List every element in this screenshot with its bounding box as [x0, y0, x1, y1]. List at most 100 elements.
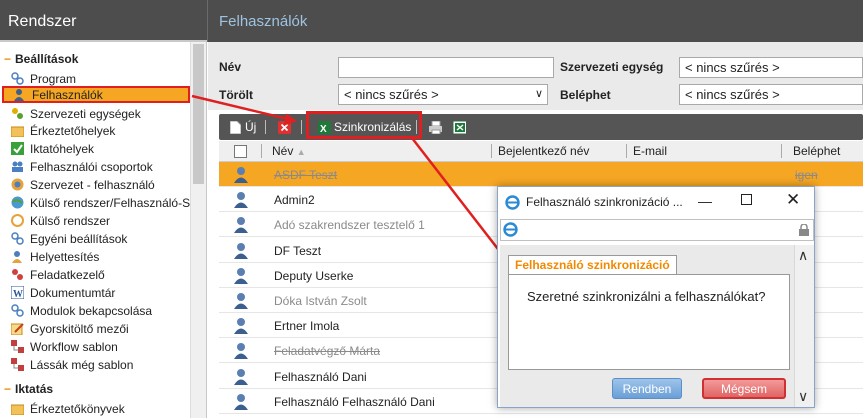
- sidebar-item-label: Külső rendszer: [30, 213, 111, 228]
- sidebar-item-felhasznalok[interactable]: Felhasználók: [2, 86, 190, 103]
- filter-torolt-select[interactable]: < nincs szűrés > ∨: [338, 84, 548, 105]
- filter-belephet-select[interactable]: < nincs szűrés >: [679, 84, 863, 105]
- row-name: Felhasználó Felhasználó Dani: [274, 394, 435, 409]
- chevron-up-icon[interactable]: ∧: [798, 247, 808, 264]
- sidebar-item-gyorskitolto-mezoi[interactable]: Gyorskitöltő mezői: [10, 320, 190, 337]
- sidebar-item-helyettesites[interactable]: Helyettesítés: [10, 248, 190, 265]
- sidebar-item-szervezet-felhasznalo[interactable]: Szervezet - felhasználó: [10, 176, 190, 193]
- maximize-icon[interactable]: [741, 194, 752, 205]
- gear-link-icon: [10, 72, 24, 86]
- sync-button[interactable]: X Szinkronizálás: [318, 114, 411, 140]
- column-header-nev[interactable]: Név ▲: [272, 144, 306, 158]
- folder-icon: [10, 402, 24, 416]
- sidebar-item-egyeni-beallitasok[interactable]: Egyéni beállítások: [10, 230, 190, 247]
- ie-icon: [505, 194, 520, 210]
- sidebar-item-lassak-meg-sablon[interactable]: Lássák még sablon: [10, 356, 190, 373]
- sidebar-item-szervezeti-egysegek[interactable]: Szervezeti egységek: [10, 105, 190, 122]
- sidebar: − Beállítások Program Felhasználók Szerve…: [0, 42, 207, 418]
- row-name: Felhasználó Dani: [274, 369, 367, 384]
- excel-export-button[interactable]: [453, 114, 469, 140]
- column-header-bejelentkezo-nev[interactable]: Bejelentkező név: [498, 144, 589, 158]
- toolbar-separator: [265, 120, 266, 134]
- new-button-label: Új: [245, 120, 257, 134]
- filter-panel: Név Szervezeti egység < nincs szűrés > T…: [208, 42, 863, 110]
- close-icon[interactable]: ✕: [786, 190, 800, 210]
- group-icon: [10, 160, 24, 174]
- row-name: DF Teszt: [274, 243, 322, 258]
- globe-icon: [10, 178, 24, 192]
- ok-button[interactable]: Rendben: [612, 378, 682, 399]
- user-icon: [234, 242, 248, 259]
- sidebar-section-iktatas[interactable]: − Iktatás: [4, 382, 53, 396]
- task-icon: [10, 268, 24, 282]
- sidebar-item-modulok-bekapcsolasa[interactable]: Modulok bekapcsolása: [10, 302, 190, 319]
- sync-button-label: Szinkronizálás: [334, 120, 412, 134]
- confirm-message: Szeretné szinkronizálni a felhasználókat…: [527, 289, 766, 304]
- sidebar-item-kulso-rendszer-felhasznalo[interactable]: Külső rendszer/Felhasználó-Sze: [10, 194, 190, 211]
- sidebar-item-label: Lássák még sablon: [30, 357, 134, 372]
- table-row[interactable]: ASDF Teszt igen: [219, 162, 863, 187]
- collapse-icon: −: [4, 382, 12, 396]
- grid-toolbar: Új X Szinkronizálás: [219, 114, 863, 140]
- folder-icon: [10, 124, 24, 138]
- filter-nev-input[interactable]: [338, 57, 554, 78]
- sidebar-item-erkeztetokonyvek[interactable]: Érkeztetőkönyvek: [10, 400, 190, 417]
- dialog-scrollbar[interactable]: ∧ ∨: [794, 245, 814, 407]
- printer-icon: [429, 120, 442, 134]
- cancel-button[interactable]: Mégsem: [702, 378, 786, 399]
- sidebar-item-kulso-rendszer[interactable]: Külső rendszer: [10, 212, 190, 229]
- sidebar-item-label: Workflow sablon: [30, 339, 118, 354]
- column-separator: [491, 144, 492, 158]
- page-title: Felhasználók: [219, 13, 308, 30]
- sidebar-item-label: Modulok bekapcsolása: [30, 303, 153, 318]
- sort-ascending-icon: ▲: [296, 147, 306, 157]
- chevron-down-icon: ∨: [534, 88, 543, 100]
- user-icon: [234, 216, 248, 234]
- panel-title: Felhasználó szinkronizáció: [508, 255, 677, 275]
- user-icon: [10, 250, 24, 264]
- grid-header: Név ▲ Bejelentkező név E-mail Beléphet: [219, 141, 863, 162]
- main-header: Felhasználók: [207, 0, 863, 42]
- column-header-email[interactable]: E-mail: [633, 144, 667, 158]
- sidebar-item-program[interactable]: Program: [10, 70, 190, 87]
- sidebar-item-label: Szervezet - felhasználó: [30, 177, 155, 192]
- column-separator: [626, 144, 627, 158]
- collapse-icon: −: [4, 52, 12, 66]
- globe-icon: [10, 196, 24, 210]
- user-icon: [234, 393, 248, 410]
- sidebar-item-label: Érkeztetőhelyek: [30, 123, 116, 138]
- sidebar-item-iktatohelyek[interactable]: Iktatóhelyek: [10, 140, 190, 157]
- filter-szerv-select[interactable]: < nincs szűrés >: [679, 57, 863, 78]
- svg-text:W: W: [13, 289, 23, 299]
- edit-icon: [10, 322, 24, 336]
- sidebar-item-dokumentumtar[interactable]: W Dokumentumtár: [10, 284, 190, 301]
- sidebar-item-erkeztetohelyek[interactable]: Érkeztetőhelyek: [10, 122, 190, 139]
- print-button[interactable]: [429, 114, 445, 140]
- sidebar-item-label: Egyéni beállítások: [30, 231, 128, 246]
- new-button[interactable]: Új: [229, 114, 256, 140]
- select-all-checkbox[interactable]: [234, 145, 247, 158]
- user-icon: [234, 317, 248, 335]
- user-icon: [234, 292, 248, 309]
- chevron-down-icon[interactable]: ∨: [798, 388, 808, 405]
- toolbar-separator: [301, 120, 302, 134]
- sidebar-item-feladatkezelo[interactable]: Feladatkezelő: [10, 266, 190, 283]
- user-icon: [234, 368, 248, 385]
- column-header-belephet[interactable]: Beléphet: [793, 144, 840, 158]
- column-separator: [261, 144, 262, 158]
- dialog-titlebar[interactable]: Felhasználó szinkronizáció ... — ✕: [498, 187, 814, 217]
- minimize-icon[interactable]: —: [698, 193, 712, 209]
- row-name: Admin2: [274, 193, 315, 208]
- user-icon: [234, 166, 248, 183]
- delete-button[interactable]: [278, 114, 294, 140]
- row-name: Adó szakrendszer tesztelő 1: [274, 218, 425, 233]
- sidebar-item-workflow-sablon[interactable]: Workflow sablon: [10, 338, 190, 355]
- row-name: Deputy Userke: [274, 268, 354, 283]
- sidebar-section-beallitasok[interactable]: − Beállítások: [4, 52, 78, 66]
- sidebar-scrollbar-thumb[interactable]: [193, 44, 204, 184]
- sidebar-item-label: Külső rendszer/Felhasználó-Sze: [30, 195, 190, 210]
- sidebar-item-felhasznaloi-csoportok[interactable]: Felhasználói csoportok: [10, 158, 190, 175]
- sidebar-item-label: Feladatkezelő: [30, 267, 105, 282]
- delete-icon: [278, 120, 291, 134]
- user-icon: [234, 191, 248, 209]
